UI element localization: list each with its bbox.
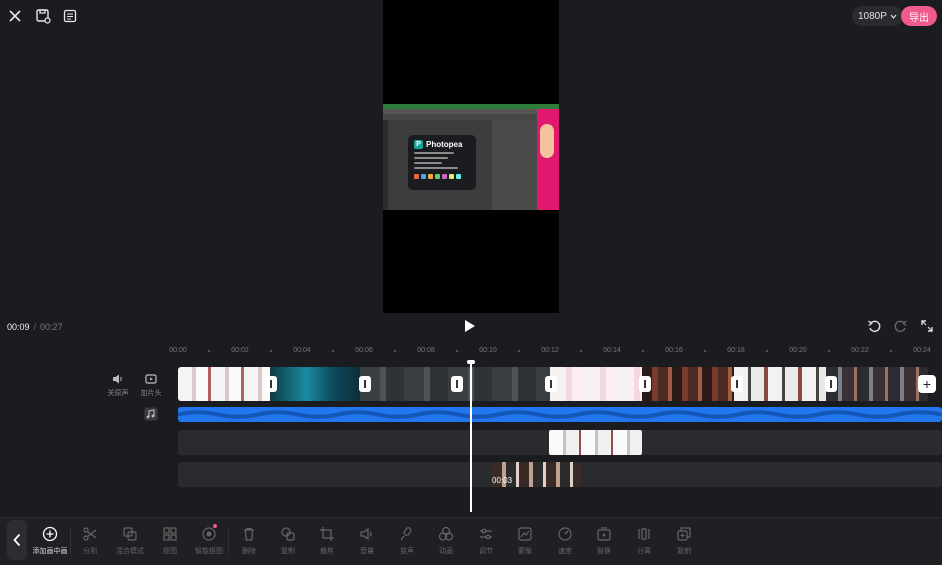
ruler-tick: 00:04: [293, 347, 311, 354]
transition-handle[interactable]: [451, 376, 463, 392]
photopea-splash: P Photopea: [408, 135, 476, 190]
video-clip[interactable]: [734, 367, 826, 401]
mute-original-label[interactable]: 关原声: [106, 388, 130, 398]
new-badge: [213, 524, 217, 528]
crop-icon: [319, 526, 335, 542]
ruler-tick: 00:08: [417, 347, 435, 354]
microphone-icon: [399, 526, 415, 542]
cutout-button[interactable]: 抠图: [150, 524, 190, 560]
ruler-tick: 00:20: [789, 347, 807, 354]
ruler-tick: 00:14: [603, 347, 621, 354]
plus-circle-icon: [42, 526, 58, 542]
transition-handle[interactable]: [731, 376, 743, 392]
sliders-icon: [478, 526, 494, 542]
duplicate-icon: [676, 526, 692, 542]
redo-icon[interactable]: [894, 319, 908, 333]
chevron-left-icon: [13, 533, 21, 547]
ruler-tick: 00:06: [355, 347, 373, 354]
voice-change-button[interactable]: 变声: [387, 524, 427, 560]
add-pip-button[interactable]: 添加画中画: [30, 524, 70, 560]
audio-track[interactable]: [177, 407, 942, 422]
replace-icon: [596, 526, 612, 542]
speaker-icon[interactable]: [112, 372, 124, 384]
volume-icon: [359, 526, 375, 542]
video-clip[interactable]: [270, 367, 360, 401]
video-preview: P Photopea: [383, 0, 559, 313]
duplicate-button[interactable]: 复制: [664, 524, 704, 560]
transition-handle[interactable]: [545, 376, 557, 392]
ruler-tick: 00:24: [913, 347, 931, 354]
save-draft-icon[interactable]: [33, 6, 53, 26]
replace-button[interactable]: 替换: [584, 524, 624, 560]
ruler-tick: 00:10: [479, 347, 497, 354]
current-time: 00:09: [7, 322, 30, 332]
fullscreen-icon[interactable]: [920, 319, 934, 333]
separate-button[interactable]: 分离: [624, 524, 664, 560]
preview-frame: P Photopea: [383, 104, 559, 210]
ruler-tick: 00:12: [541, 347, 559, 354]
trash-icon: [241, 526, 257, 542]
video-clip[interactable]: [550, 367, 642, 401]
adjust-button[interactable]: 调节: [466, 524, 506, 560]
audio-waveform: [177, 410, 942, 419]
crop-button[interactable]: 裁剪: [307, 524, 347, 560]
video-editor: 1080P 导出 P Photopea 00:09 / 00:27 00:00 …: [0, 0, 942, 565]
blend-mode-button[interactable]: 混合模式: [110, 524, 150, 560]
pip-clip-duration: 00:03: [492, 476, 513, 485]
ruler-tick: 00:00: [169, 347, 187, 354]
play-icon[interactable]: [461, 318, 477, 334]
video-clip[interactable]: [178, 367, 270, 401]
copy-button[interactable]: 复制: [268, 524, 308, 560]
animation-icon: [438, 526, 454, 542]
notes-icon[interactable]: [60, 6, 80, 26]
total-time: 00:27: [40, 322, 63, 332]
add-intro-icon[interactable]: [145, 372, 157, 384]
copy-icon: [280, 526, 296, 542]
undo-icon[interactable]: [867, 319, 881, 333]
export-button[interactable]: 导出: [901, 6, 937, 26]
delete-button[interactable]: 删除: [229, 524, 269, 560]
transition-handle[interactable]: [639, 376, 651, 392]
music-icon[interactable]: [144, 407, 158, 421]
smart-cutout-button[interactable]: 智能抠图: [189, 524, 229, 560]
time-separator: /: [33, 322, 37, 332]
add-clip-button[interactable]: +: [918, 375, 936, 393]
speed-button[interactable]: 速度: [545, 524, 585, 560]
animation-button[interactable]: 动画: [426, 524, 466, 560]
add-intro-label[interactable]: 加片头: [139, 388, 163, 398]
volume-button[interactable]: 音量: [347, 524, 387, 560]
video-clip[interactable]: [642, 367, 734, 401]
transition-handle[interactable]: [359, 376, 371, 392]
portrait-image: [540, 124, 554, 158]
split-button[interactable]: 分割: [70, 524, 110, 560]
resolution-label: 1080P: [858, 10, 887, 22]
ruler-tick: 00:22: [851, 347, 869, 354]
chevron-down-icon: [890, 14, 897, 19]
close-icon[interactable]: [5, 6, 25, 26]
smart-cutout-icon: [201, 526, 217, 542]
blend-mode-icon: [122, 526, 138, 542]
playhead[interactable]: [470, 362, 472, 512]
ruler-tick: 00:18: [727, 347, 745, 354]
back-button[interactable]: [7, 520, 27, 560]
time-display: 00:09/00:27: [7, 322, 63, 332]
photopea-logo-icon: P: [414, 140, 423, 149]
resolution-dropdown[interactable]: 1080P: [852, 6, 903, 26]
ruler-tick: 00:16: [665, 347, 683, 354]
cutout-icon: [162, 526, 178, 542]
mask-button[interactable]: 蒙版: [505, 524, 545, 560]
transition-handle[interactable]: [825, 376, 837, 392]
transition-handle[interactable]: [265, 376, 277, 392]
photopea-title: Photopea: [426, 140, 463, 149]
speedometer-icon: [557, 526, 573, 542]
mask-icon: [517, 526, 533, 542]
scissors-icon: [82, 526, 98, 542]
separate-icon: [636, 526, 652, 542]
pip-clip[interactable]: [549, 430, 642, 455]
video-clip[interactable]: [826, 367, 928, 401]
ruler-tick: 00:02: [231, 347, 249, 354]
